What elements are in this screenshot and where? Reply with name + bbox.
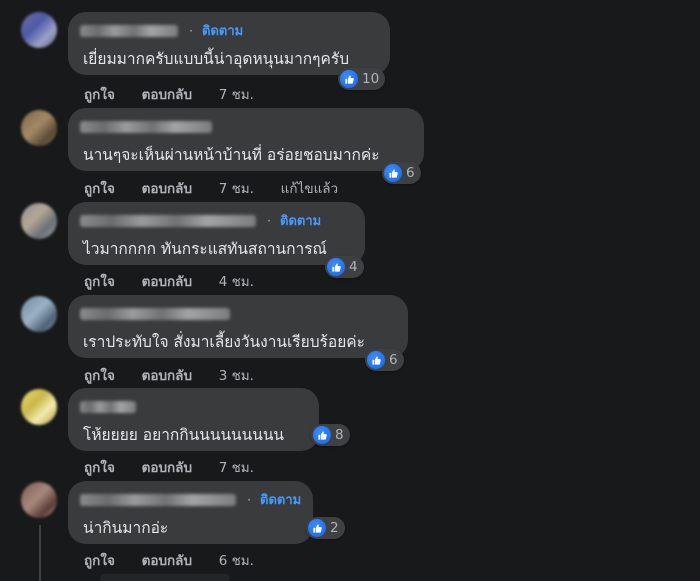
reaction-badge[interactable]: 8 [311, 424, 350, 446]
reply-thread-line [39, 525, 41, 581]
reply-action[interactable]: ตอบกลับ [142, 368, 192, 384]
comment-text: โห้ยยยย อยากกินนนนนนนนน [83, 426, 285, 444]
avatar[interactable] [21, 110, 57, 146]
avatar[interactable] [21, 389, 57, 425]
author-name-blurred[interactable] [80, 120, 212, 133]
comment-bubble: เราประทับใจ สั่งมาเลี้ยงวันงานเรียบร้อยค… [68, 295, 408, 358]
avatar[interactable] [21, 482, 57, 518]
comment-actions: ถูกใจ ตอบกลับ 7 ชม. แก้ไขแล้ว [84, 177, 360, 199]
reply-action[interactable]: ตอบกลับ [142, 460, 192, 476]
edited-label[interactable]: แก้ไขแล้ว [281, 181, 338, 197]
author-row [80, 116, 212, 133]
timestamp[interactable]: 4 ชม. [219, 274, 254, 290]
author-row: · ติดตาม [80, 20, 243, 39]
reaction-count: 6 [389, 352, 398, 368]
reaction-count: 4 [349, 259, 358, 275]
comment-text: เราประทับใจ สั่งมาเลี้ยงวันงานเรียบร้อยค… [83, 333, 365, 351]
author-name-blurred[interactable] [80, 493, 236, 506]
like-thumbs-up-icon [327, 258, 345, 276]
avatar[interactable] [21, 203, 57, 239]
like-thumbs-up-icon [340, 70, 358, 88]
timestamp[interactable]: 7 ชม. [219, 87, 254, 103]
author-name-blurred[interactable] [80, 400, 136, 413]
reaction-count: 2 [330, 520, 339, 536]
avatar[interactable] [21, 12, 57, 48]
reaction-count: 6 [406, 165, 415, 181]
separator-dot: · [267, 213, 271, 228]
reply-action[interactable]: ตอบกลับ [142, 553, 192, 569]
timestamp[interactable]: 7 ชม. [219, 181, 254, 197]
author-row [80, 303, 230, 320]
comment-actions: ถูกใจ ตอบกลับ 7 ชม. [84, 456, 276, 478]
comment-actions: ถูกใจ ตอบกลับ 7 ชม. [84, 83, 276, 105]
author-row [80, 396, 136, 413]
comment-actions: ถูกใจ ตอบกลับ 6 ชม. [84, 549, 276, 571]
like-thumbs-up-icon [308, 519, 326, 537]
comment-bubble: · ติดตาม เยี่ยมมากครับแบบนี้น่าอุดหนุนมา… [68, 12, 390, 75]
like-thumbs-up-icon [384, 164, 402, 182]
reaction-badge[interactable]: 10 [338, 68, 386, 90]
like-action[interactable]: ถูกใจ [84, 368, 115, 384]
comment-actions: ถูกใจ ตอบกลับ 3 ชม. [84, 364, 276, 386]
comment-text: ไวมากกกก ทันกระแสทันสถานการณ์ [83, 240, 327, 258]
author-name-blurred[interactable] [80, 307, 230, 320]
timestamp[interactable]: 3 ชม. [219, 368, 254, 384]
author-row: · ติดตาม [80, 489, 301, 508]
comment-text: เยี่ยมมากครับแบบนี้น่าอุดหนุนมากๆครับ [83, 50, 350, 68]
like-action[interactable]: ถูกใจ [84, 181, 115, 197]
like-action[interactable]: ถูกใจ [84, 553, 115, 569]
like-thumbs-up-icon [367, 351, 385, 369]
reply-action[interactable]: ตอบกลับ [142, 274, 192, 290]
comment-text: นานๆจะเห็นผ่านหน้าบ้านที่ อร่อยชอบมากค่ะ [83, 146, 380, 164]
comment-bubble: · ติดตาม น่ากินมากอ่ะ [68, 481, 313, 544]
follow-link[interactable]: ติดตาม [280, 214, 321, 229]
like-action[interactable]: ถูกใจ [84, 87, 115, 103]
comment-bubble: นานๆจะเห็นผ่านหน้าบ้านที่ อร่อยชอบมากค่ะ [68, 108, 424, 171]
author-row: · ติดตาม [80, 210, 321, 229]
avatar[interactable] [21, 296, 57, 332]
comment-bubble: โห้ยยยย อยากกินนนนนนนนน [68, 388, 319, 451]
reaction-badge[interactable]: 6 [382, 162, 421, 184]
comment-bubble: · ติดตาม ไวมากกกก ทันกระแสทันสถานการณ์ [68, 202, 365, 265]
reaction-badge[interactable]: 6 [365, 349, 404, 371]
timestamp[interactable]: 7 ชม. [219, 460, 254, 476]
reply-action[interactable]: ตอบกลับ [142, 181, 192, 197]
comment-actions: ถูกใจ ตอบกลับ 4 ชม. [84, 270, 276, 292]
reaction-count: 10 [362, 71, 380, 87]
follow-link[interactable]: ติดตาม [260, 493, 301, 508]
reaction-badge[interactable]: 4 [325, 256, 364, 278]
comments-panel: · ติดตาม เยี่ยมมากครับแบบนี้น่าอุดหนุนมา… [0, 0, 700, 581]
reaction-badge[interactable]: 2 [306, 517, 345, 539]
separator-dot: · [247, 492, 251, 507]
author-name-blurred[interactable] [80, 24, 178, 37]
next-comment-partial [100, 574, 230, 581]
reaction-count: 8 [335, 427, 344, 443]
author-name-blurred[interactable] [80, 214, 256, 227]
reply-action[interactable]: ตอบกลับ [142, 87, 192, 103]
comment-text: น่ากินมากอ่ะ [83, 519, 169, 537]
like-thumbs-up-icon [313, 426, 331, 444]
like-action[interactable]: ถูกใจ [84, 460, 115, 476]
timestamp[interactable]: 6 ชม. [219, 553, 254, 569]
follow-link[interactable]: ติดตาม [202, 24, 243, 39]
separator-dot: · [189, 23, 193, 38]
like-action[interactable]: ถูกใจ [84, 274, 115, 290]
